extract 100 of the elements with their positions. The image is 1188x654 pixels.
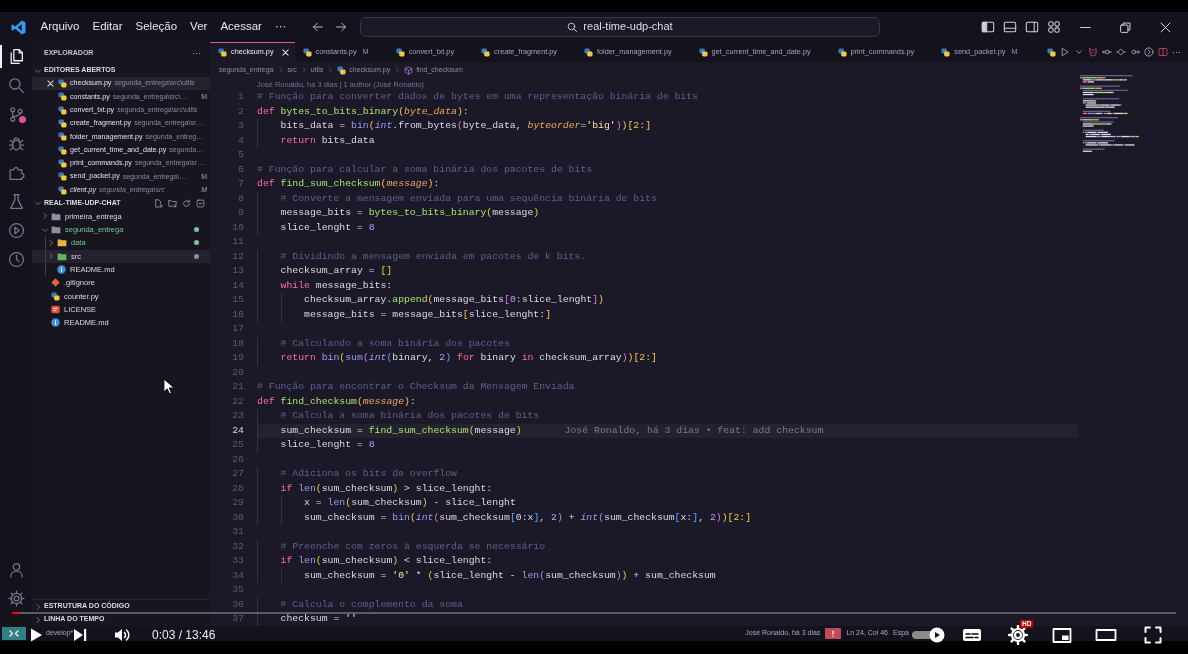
code-line: # Calcula o complemento da soma	[257, 597, 463, 612]
chevron-right-icon	[299, 66, 308, 74]
alert-box-icon[interactable]	[825, 628, 842, 639]
close-icon[interactable]	[281, 49, 289, 56]
code-line: # Converte a mensagem enviada para uma sequência binária de bits	[257, 191, 657, 206]
subtitles-icon[interactable]	[962, 627, 982, 643]
menu-item[interactable]: Ver	[183, 20, 214, 34]
bottom-panel-layout-icon[interactable]	[1003, 20, 1017, 34]
fullscreen-icon[interactable]	[1144, 626, 1162, 644]
python-file-icon	[302, 48, 312, 57]
line-number: 25	[232, 439, 244, 450]
node-arrow-icon[interactable]	[1130, 47, 1140, 57]
more-menu-button[interactable]: ···	[268, 20, 293, 34]
line-number: 16	[232, 308, 244, 320]
python-file-icon	[51, 291, 60, 301]
python-file-icon	[837, 48, 847, 57]
python-file-icon	[58, 105, 67, 115]
code-line: if len(sum_checksum) < slice_lenght:	[257, 554, 493, 569]
more-actions-button[interactable]: ···	[192, 47, 201, 59]
search-field[interactable]: real-time-udp-chat	[360, 17, 880, 37]
forward-arrow-icon[interactable]	[335, 21, 347, 33]
more-actions-button[interactable]: ···	[1172, 46, 1181, 58]
python-file-icon	[218, 48, 227, 57]
line-number: 34	[232, 569, 244, 581]
play-circle-icon[interactable]	[7, 222, 25, 239]
code-line: return bin(sum(int(binary, 2) for binary in checksum_array))[2:]	[257, 351, 657, 366]
autoplay-toggle[interactable]	[910, 627, 946, 643]
code-line: # Calculando a soma binária dos pacotes	[257, 336, 510, 351]
back-arrow-icon[interactable]	[312, 21, 324, 33]
app-logo-icon[interactable]	[11, 19, 26, 35]
line-number: 35	[232, 584, 244, 595]
menu-item[interactable]: Editar	[86, 20, 130, 34]
next-icon[interactable]	[72, 627, 88, 643]
source-control-icon[interactable]	[7, 106, 25, 123]
python-file-icon	[58, 132, 67, 142]
remote-indicator-icon[interactable]	[2, 627, 26, 640]
run-icon[interactable]	[1060, 47, 1070, 57]
new-file-icon[interactable]	[154, 198, 163, 208]
python-file-icon	[58, 79, 67, 89]
search-icon[interactable]	[7, 77, 25, 94]
restore-icon[interactable]	[1118, 20, 1132, 34]
cat-face-icon[interactable]	[1088, 47, 1098, 57]
refresh-icon[interactable]	[182, 198, 191, 208]
line-number: 3	[238, 120, 244, 131]
line-number: 11	[232, 236, 244, 247]
right-panel-layout-icon[interactable]	[1025, 20, 1039, 34]
code-line: def find_sum_checksum(message):	[257, 177, 440, 191]
diamond-icon	[51, 278, 60, 288]
code-line: def bytes_to_bits_binary(byte_data):	[257, 104, 469, 119]
menu-item[interactable]: Seleção	[129, 20, 184, 34]
python-file-icon	[941, 48, 951, 57]
volume-icon[interactable]	[114, 627, 132, 643]
line-number: 22	[232, 395, 244, 407]
close-icon[interactable]	[1158, 20, 1172, 34]
miniplayer-icon[interactable]	[1052, 626, 1072, 644]
python-file-icon	[58, 92, 67, 102]
line-number: 19	[232, 352, 244, 363]
chevron-down-icon[interactable]	[1074, 47, 1084, 57]
left-panel-layout-icon[interactable]	[981, 20, 995, 34]
python-file-icon	[58, 145, 67, 155]
play-icon[interactable]	[28, 627, 44, 643]
menu-item[interactable]: Arquivo	[34, 20, 86, 34]
video-time: 0:03 / 13:46	[152, 627, 216, 643]
commit-icon[interactable]	[1102, 47, 1112, 57]
menu-item[interactable]: Acessar	[213, 20, 269, 34]
line-number: 26	[232, 453, 244, 465]
line-number: 23	[232, 410, 244, 421]
blame-annotation: José Ronaldo, há 3 dias • feat: add checksum	[564, 423, 824, 438]
account-icon[interactable]	[7, 561, 25, 578]
theater-mode-icon[interactable]	[1095, 627, 1117, 643]
grid-layout-icon[interactable]	[1047, 20, 1061, 34]
code-line: # Calcula a soma binária dos pacotes de bits	[257, 409, 540, 424]
close-icon[interactable]	[47, 80, 54, 88]
clock-icon[interactable]	[7, 251, 25, 268]
line-number: 21	[232, 381, 244, 392]
code-line: return bits_data	[257, 133, 375, 148]
new-folder-icon[interactable]	[168, 198, 177, 208]
split-editor-icon[interactable]	[1158, 47, 1168, 57]
line-number: 10	[232, 221, 244, 233]
line-number: 1	[238, 91, 244, 102]
collapse-all-icon[interactable]	[196, 198, 205, 208]
circle-chevron-icon[interactable]	[1144, 47, 1154, 57]
flask-icon[interactable]	[7, 193, 25, 210]
line-number: 7	[238, 178, 244, 189]
progress-track[interactable]	[12, 611, 1176, 614]
line-number: 30	[232, 511, 244, 523]
python-file-icon	[58, 119, 67, 129]
bug-icon[interactable]	[7, 135, 25, 152]
line-number: 29	[232, 497, 244, 508]
python-file-icon	[58, 158, 67, 168]
search-icon	[567, 21, 579, 33]
code-line: # Função para converter dados de bytes em uma representação binária de bits	[257, 90, 698, 104]
chevron-right-icon	[393, 66, 402, 74]
line-number: 32	[232, 540, 244, 552]
puzzle-icon[interactable]	[7, 164, 25, 181]
code-line: if len(sum_checksum) > slice_lenght:	[257, 481, 493, 496]
code-line: sum_checksum = '0' * (slice_lenght - len(sum_checksum)) + sum_checksum	[257, 568, 716, 583]
line-number: 9	[238, 207, 244, 218]
diamond-outline-icon[interactable]	[1116, 47, 1126, 57]
code-line: sum_checksum = bin(int(sum_checksum[0:x], 2) + int(sum_checksum[x:], 2))[2:]	[257, 510, 752, 525]
